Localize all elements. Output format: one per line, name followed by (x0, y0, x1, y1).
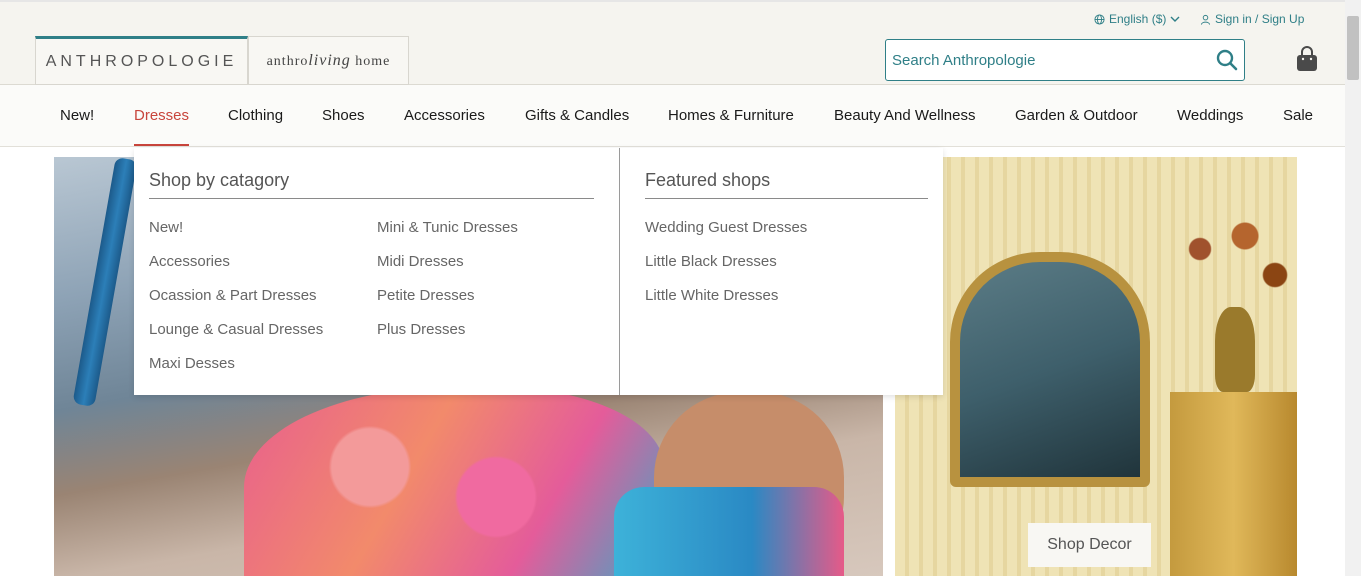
living-logo-script: living (308, 51, 351, 69)
hero-swimsuit (614, 487, 844, 576)
menu-link-little-black[interactable]: Little Black Dresses (645, 253, 777, 270)
site-header: ANTHROPOLOGIE anthroliving home (0, 36, 1345, 85)
menu-link-plus[interactable]: Plus Dresses (377, 321, 465, 338)
search-bar (885, 39, 1245, 81)
nav-shoes[interactable]: Shoes (322, 107, 365, 124)
search-icon[interactable] (1215, 48, 1239, 72)
language-selector[interactable]: English ($) (1094, 12, 1180, 26)
anthro-living-logo[interactable]: anthroliving home (248, 36, 409, 85)
nav-clothing[interactable]: Clothing (228, 107, 283, 124)
menu-link-lounge-casual[interactable]: Lounge & Casual Dresses (149, 321, 323, 338)
globe-icon (1094, 13, 1105, 25)
dresses-mega-menu: Shop by catagory New! Accessories Ocassi… (134, 148, 943, 395)
nav-gifts-candles[interactable]: Gifts & Candles (525, 107, 629, 124)
nav-new[interactable]: New! (60, 107, 94, 124)
menu-divider (619, 148, 620, 395)
utility-bar: English ($) Sign in / Sign Up (0, 2, 1345, 36)
scrollbar-thumb[interactable] (1347, 16, 1359, 80)
language-label: English ($) (1109, 12, 1167, 26)
featured-rule (645, 198, 928, 199)
decor-vase (1215, 307, 1255, 392)
sign-in-link[interactable]: Sign in / Sign Up (1200, 12, 1304, 26)
hero-dress (244, 387, 664, 576)
living-logo-right: home (355, 53, 391, 69)
nav-sale[interactable]: Sale (1283, 107, 1313, 124)
main-nav: New! Dresses Clothing Shoes Accessories … (0, 85, 1345, 147)
chevron-down-icon (1170, 16, 1180, 22)
menu-link-occasion-dresses[interactable]: Ocassion & Part Dresses (149, 287, 317, 304)
anthropologie-logo[interactable]: ANTHROPOLOGIE (35, 36, 248, 85)
search-input[interactable] (887, 41, 1212, 79)
hero-rope (72, 157, 138, 408)
category-heading: Shop by catagory (149, 170, 290, 190)
user-icon (1200, 14, 1211, 25)
nav-dresses[interactable]: Dresses (134, 107, 189, 124)
menu-link-accessories[interactable]: Accessories (149, 253, 230, 270)
page-scrollbar[interactable] (1345, 0, 1361, 576)
nav-weddings[interactable]: Weddings (1177, 107, 1243, 124)
featured-heading: Featured shops (645, 170, 771, 190)
menu-link-maxi[interactable]: Maxi Desses (149, 355, 235, 372)
menu-link-new[interactable]: New! (149, 219, 183, 236)
logo-text: ANTHROPOLOGIE (45, 52, 238, 70)
sign-in-label: Sign in / Sign Up (1215, 12, 1305, 26)
hero-image-decor[interactable]: Shop Decor (895, 157, 1297, 576)
decor-mantel (1170, 392, 1297, 576)
menu-link-mini-tunic[interactable]: Mini & Tunic Dresses (377, 219, 518, 236)
shopping-bag-icon[interactable] (1295, 46, 1319, 72)
shop-decor-button[interactable]: Shop Decor (1028, 523, 1151, 567)
nav-beauty-wellness[interactable]: Beauty And Wellness (834, 107, 975, 124)
active-nav-underline (134, 144, 189, 146)
nav-garden-outdoor[interactable]: Garden & Outdoor (1015, 107, 1138, 124)
menu-link-midi[interactable]: Midi Dresses (377, 253, 464, 270)
nav-homes-furniture[interactable]: Homes & Furniture (668, 107, 794, 124)
menu-link-little-white[interactable]: Little White Dresses (645, 287, 778, 304)
living-logo-left: anthro (266, 53, 309, 69)
living-logo-text: anthroliving home (267, 52, 391, 70)
nav-accessories[interactable]: Accessories (404, 107, 485, 124)
menu-link-petite[interactable]: Petite Dresses (377, 287, 475, 304)
menu-link-wedding-guest[interactable]: Wedding Guest Dresses (645, 219, 807, 236)
decor-mirror (950, 252, 1150, 487)
category-rule (149, 198, 594, 199)
